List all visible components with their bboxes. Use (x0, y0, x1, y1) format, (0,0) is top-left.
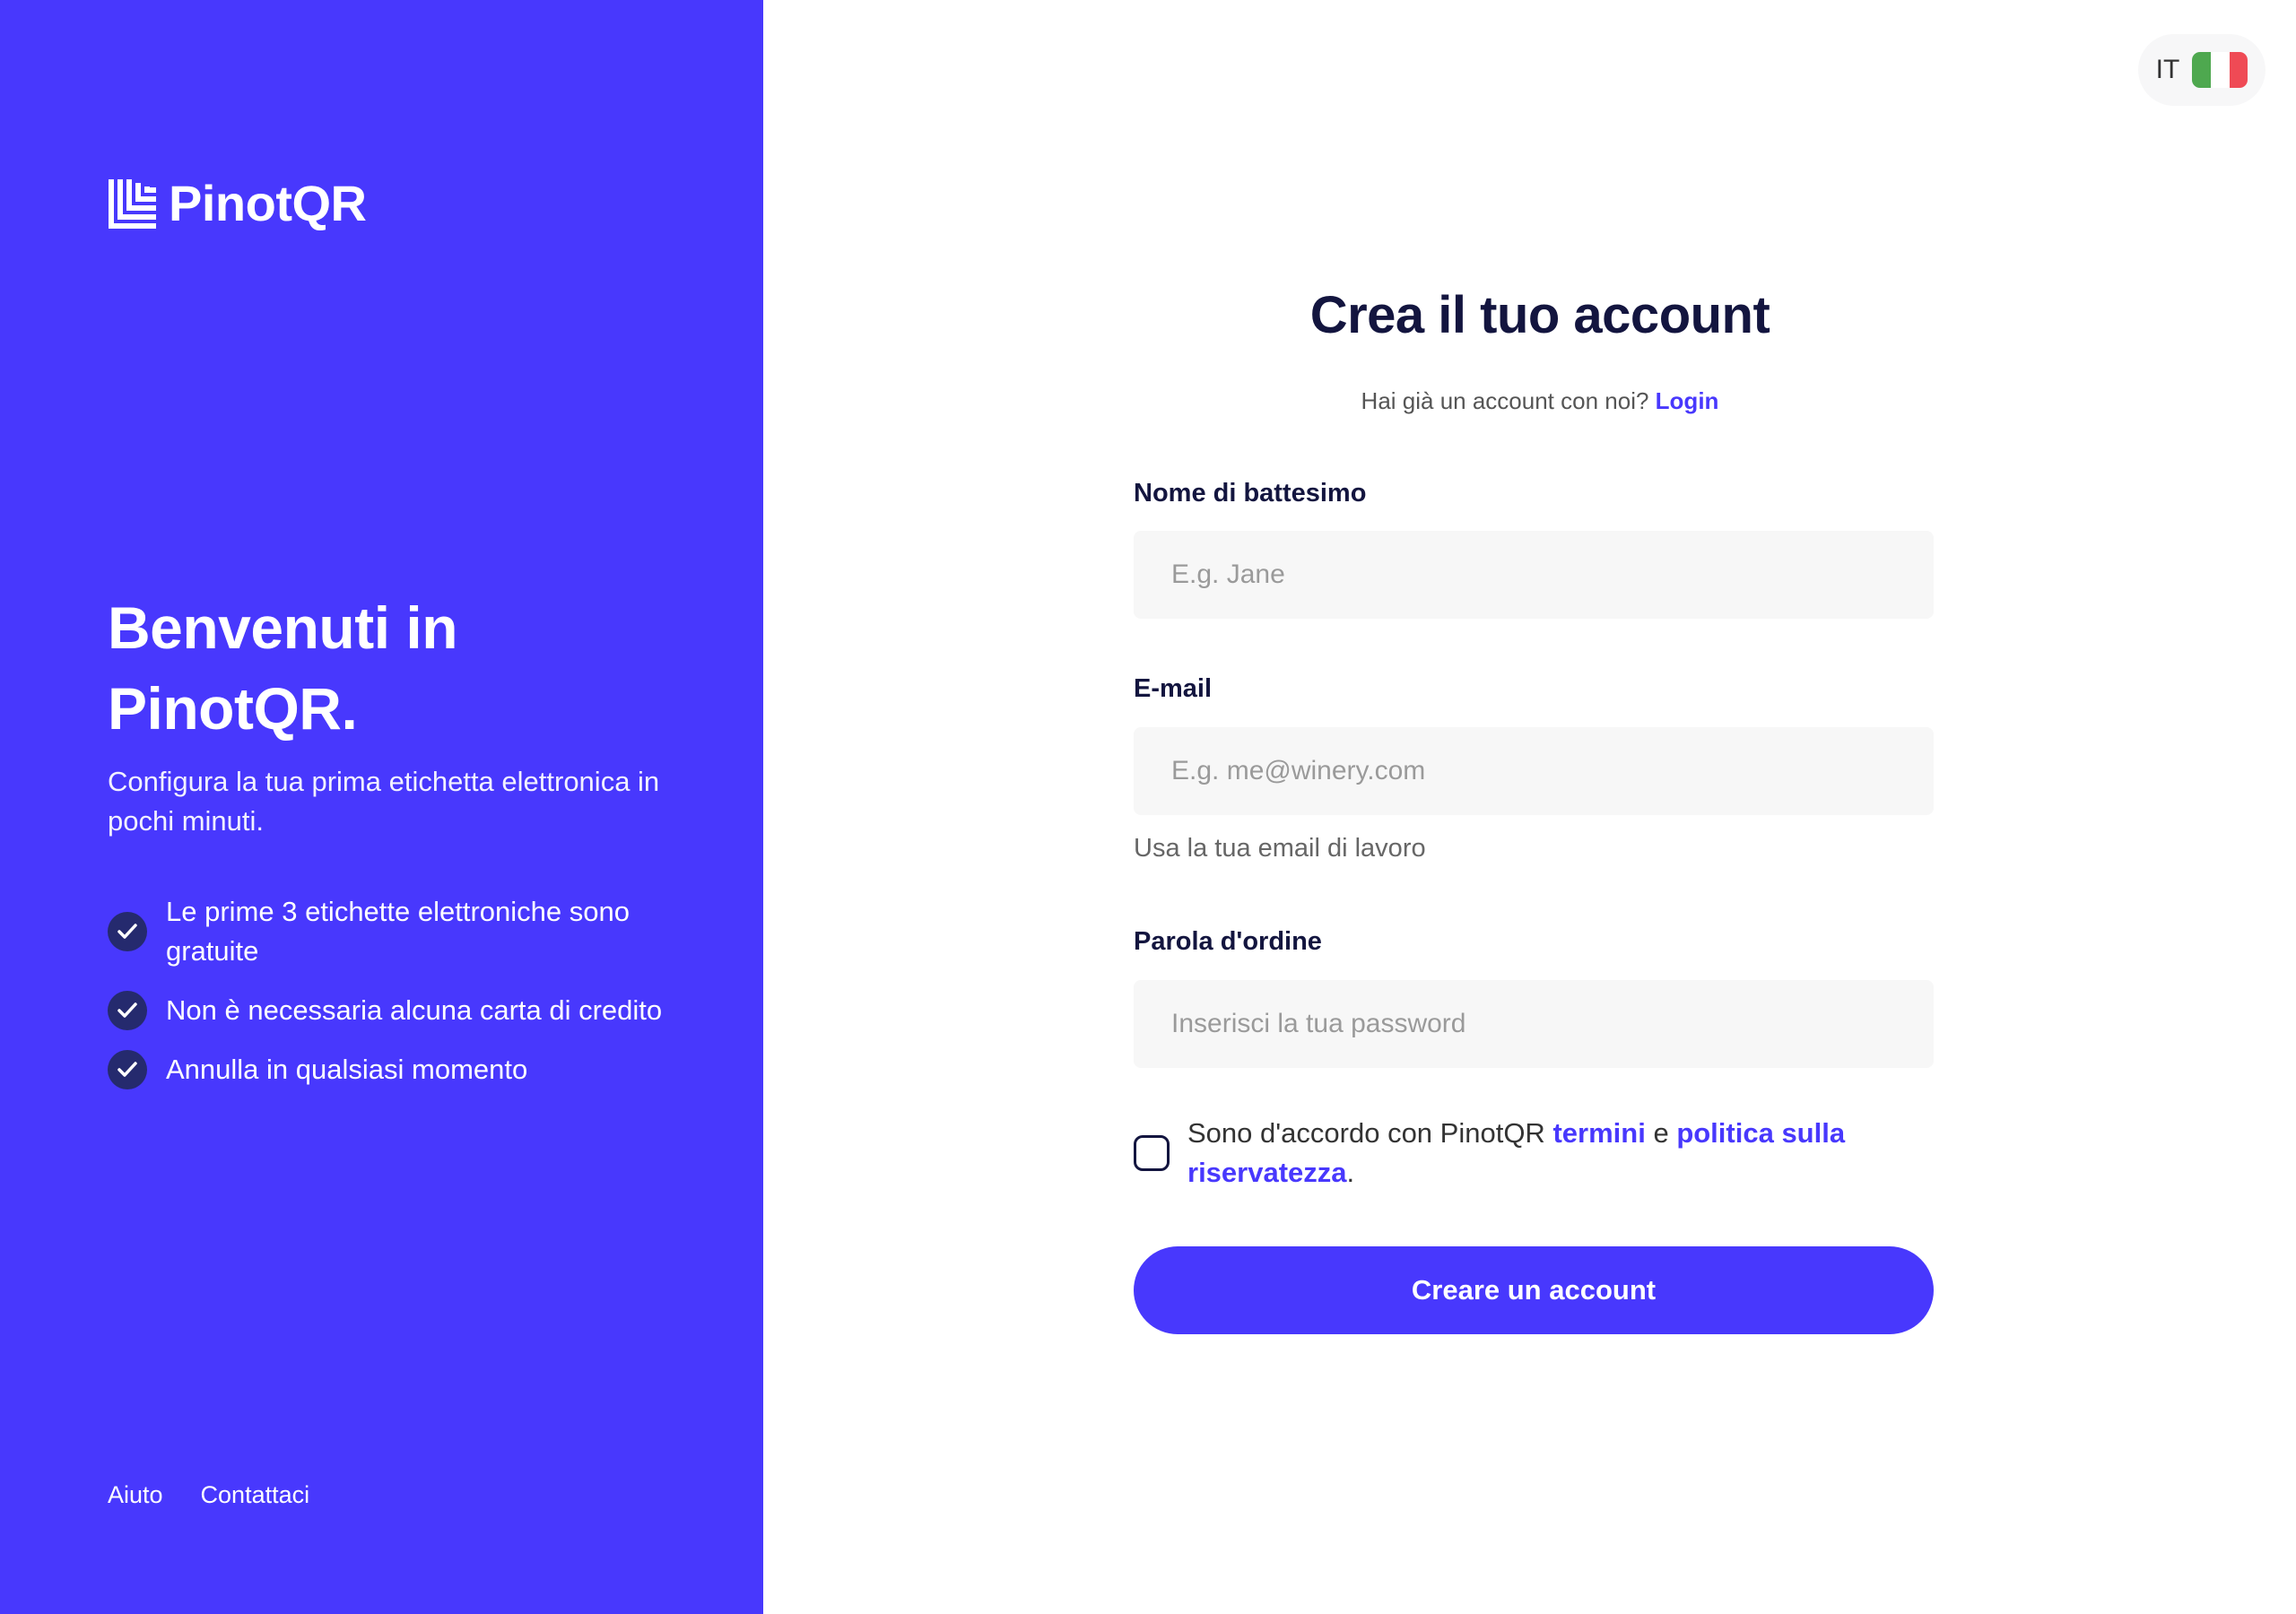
email-hint: Usa la tua email di lavoro (1134, 834, 1426, 863)
first-name-input[interactable] (1134, 531, 1934, 619)
terms-prefix: Sono d'accordo con PinotQR (1187, 1117, 1545, 1149)
terms-suffix: . (1346, 1157, 1355, 1188)
first-name-label: Nome di battesimo (1134, 479, 1367, 508)
feature-text: Annulla in qualsiasi momento (166, 1054, 528, 1085)
feature-item: Non è necessaria alcuna carta di credito (108, 991, 682, 1030)
feature-list: Le prime 3 etichette elettroniche sono g… (108, 892, 682, 1109)
login-link[interactable]: Login (1656, 387, 1719, 414)
email-input[interactable] (1134, 727, 1934, 815)
language-code: IT (2155, 55, 2180, 84)
password-input[interactable] (1134, 980, 1934, 1068)
language-switcher[interactable]: IT (2138, 34, 2266, 106)
brand-logo[interactable]: PinotQR (108, 175, 367, 231)
feature-text: Le prime 3 etichette elettroniche sono g… (166, 896, 630, 967)
email-label: E-mail (1134, 674, 1213, 703)
terms-agreement: Sono d'accordo con PinotQR termini e pol… (1134, 1114, 1941, 1193)
login-prompt-text: Hai già un account con noi? (1361, 387, 1649, 414)
terms-checkbox[interactable] (1134, 1135, 1170, 1171)
terms-text: Sono d'accordo con PinotQR termini e pol… (1187, 1114, 1941, 1193)
italy-flag-icon (2192, 52, 2248, 88)
password-label: Parola d'ordine (1134, 927, 1322, 956)
brand-name: PinotQR (169, 175, 367, 231)
page-title: Crea il tuo account (1309, 286, 1770, 344)
check-icon (108, 991, 147, 1030)
contact-link[interactable]: Contattaci (201, 1481, 310, 1509)
terms-link[interactable]: termini (1552, 1117, 1645, 1149)
help-link[interactable]: Aiuto (108, 1481, 163, 1509)
terms-and: e (1653, 1117, 1669, 1149)
pinotqr-logo-icon (109, 179, 156, 229)
check-icon (108, 912, 147, 951)
create-account-button[interactable]: Creare un account (1134, 1246, 1934, 1334)
footer-links: Aiuto Contattaci (108, 1481, 309, 1509)
login-prompt: Hai già un account con noi? Login (1134, 387, 1946, 415)
feature-text: Non è necessaria alcuna carta di credito (166, 994, 663, 1026)
feature-item: Annulla in qualsiasi momento (108, 1050, 682, 1089)
welcome-headline: Benvenuti in PinotQR. (108, 594, 458, 742)
feature-item: Le prime 3 etichette elettroniche sono g… (108, 892, 682, 971)
welcome-subline: Configura la tua prima etichetta elettro… (108, 766, 660, 837)
welcome-panel: PinotQR Benvenuti in PinotQR. Configura … (0, 0, 763, 1614)
check-icon (108, 1050, 147, 1089)
